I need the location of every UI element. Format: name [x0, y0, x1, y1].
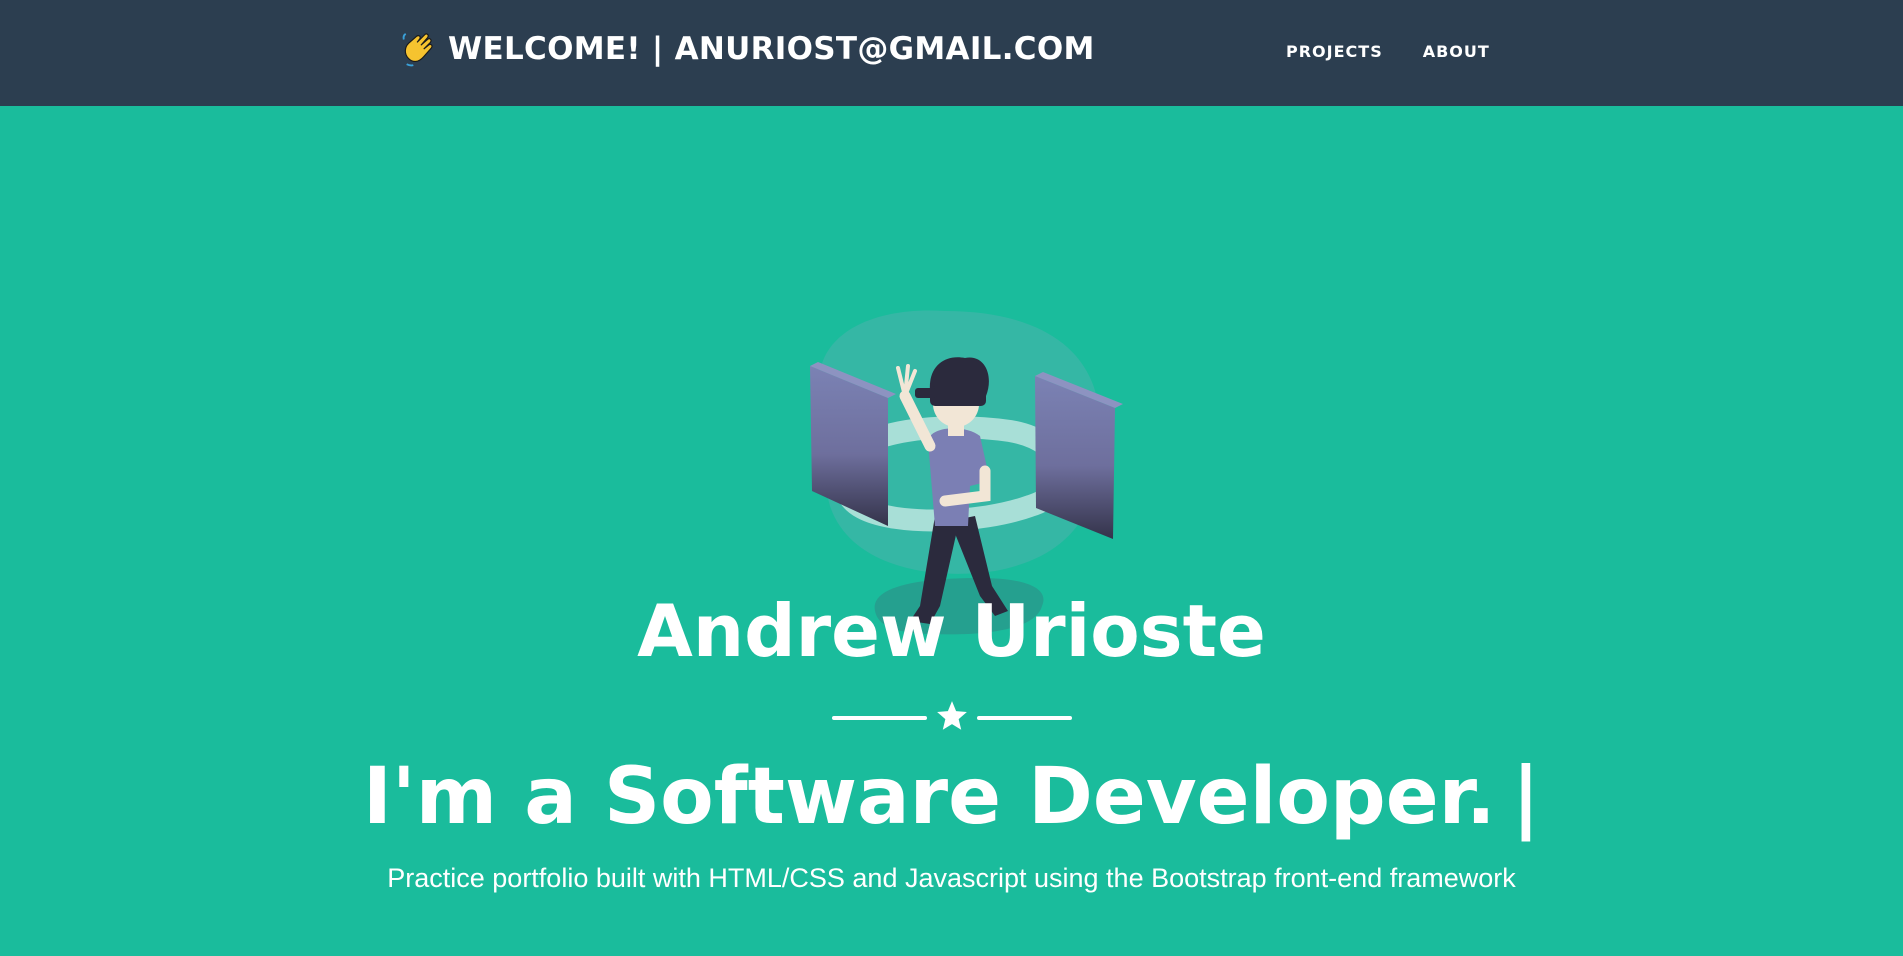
- nav-link-about[interactable]: ABOUT: [1423, 42, 1490, 61]
- nav-link-projects[interactable]: PROJECTS: [1286, 42, 1383, 61]
- star-divider: [832, 697, 1072, 737]
- typing-tagline: I'm a Software Developer. |: [0, 758, 1903, 836]
- waving-hand-icon: [402, 33, 433, 67]
- divider-line-right: [977, 716, 1072, 720]
- divider-line-left: [832, 716, 927, 720]
- typing-cursor: |: [1511, 752, 1541, 842]
- star-icon: [937, 701, 967, 730]
- page-title: Andrew Urioste: [637, 589, 1266, 673]
- masthead: Andrew Urioste I'm a Software Developer.…: [0, 106, 1903, 956]
- masthead-subtitle: Practice portfolio built with HTML/CSS a…: [387, 863, 1516, 893]
- navbar-links: PROJECTS ABOUT: [1286, 42, 1490, 61]
- navbar-brand-text: WELCOME! | ANURIOST@GMAIL.COM: [448, 31, 1095, 67]
- navbar: WELCOME! | ANURIOST@GMAIL.COM PROJECTS A…: [0, 0, 1903, 106]
- tagline-text: I'm a Software Developer.: [362, 752, 1496, 842]
- navbar-brand[interactable]: WELCOME! | ANURIOST@GMAIL.COM: [400, 30, 1095, 68]
